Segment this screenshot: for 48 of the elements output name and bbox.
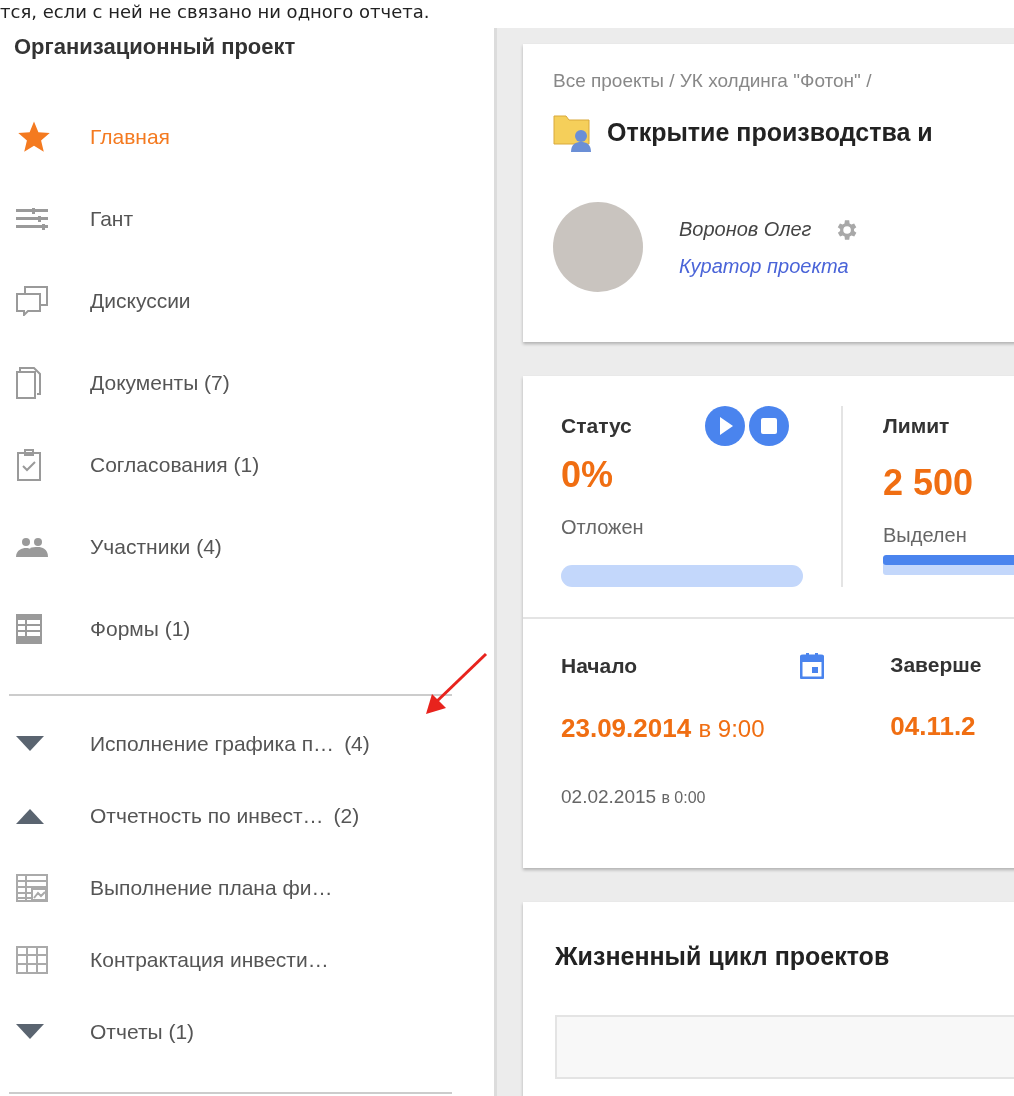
sliders-icon [16,208,48,230]
star-icon [16,120,52,154]
stop-icon[interactable] [749,406,789,446]
planned-date: 02.02.2015 в 0:00 [561,786,707,808]
limit-caption: Выделен [883,524,968,547]
limit-value: 2 500 [883,462,975,504]
end-date: 04.11.2 [890,711,977,742]
table-icon [16,614,42,644]
intro-text: тся, если с ней не связано ни одного отчета. [0,0,431,24]
limit-label: Лимит [883,414,951,438]
calendar-icon[interactable] [800,653,825,679]
expand-icon[interactable] [16,736,44,752]
table-chart-icon [16,874,48,902]
sidebar-item[interactable]: Документы (7) [12,342,482,424]
role-link[interactable]: Куратор проекта [679,254,860,278]
report-group-link[interactable]: Исполнение графика п… [90,732,335,756]
play-icon[interactable] [705,406,745,446]
report-count: (2) [333,804,360,828]
lifecycle-title: Жизненный цикл проектов [554,941,891,971]
document-icon [16,367,42,399]
collapse-icon[interactable] [16,808,44,824]
breadcrumb[interactable]: Все проекты / УК холдинга "Фотон" / [523,44,1014,92]
chat-icon [16,286,48,316]
project-title: Открытие производства и [607,117,933,147]
grid-icon [16,946,48,974]
report-link[interactable]: Выполнение плана фи… [90,876,333,900]
people-icon [16,537,48,557]
sidebar-item[interactable]: Гант [12,178,482,260]
sidebar-item[interactable]: Формы (1) [12,588,482,670]
clipboard-icon [16,449,42,481]
report-group-link[interactable]: Отчеты (1) [90,1020,195,1044]
end-label: Заверше [890,653,983,677]
status-label: Статус [561,414,632,438]
annotation-arrow [424,652,488,716]
sidebar-title: Организационный проект [13,33,297,61]
folder-user-icon [553,112,593,152]
report-group-link[interactable]: Отчетность по инвест… [90,804,324,828]
status-percent: 0% [561,454,615,496]
sidebar-item[interactable]: Согласования (1) [12,424,482,506]
expand-icon[interactable] [16,1024,44,1040]
report-count: (4) [344,732,370,756]
report-link[interactable]: Контрактация инвести… [90,948,329,972]
person-name: Воронов Олег [679,218,812,241]
start-label: Начало [561,654,638,678]
sidebar-item[interactable]: Дискуссии [12,260,482,342]
sidebar-item[interactable]: Участники (4) [12,506,482,588]
start-date: 23.09.2014 в 9:00 [561,713,766,744]
status-text: Отложен [561,516,645,539]
